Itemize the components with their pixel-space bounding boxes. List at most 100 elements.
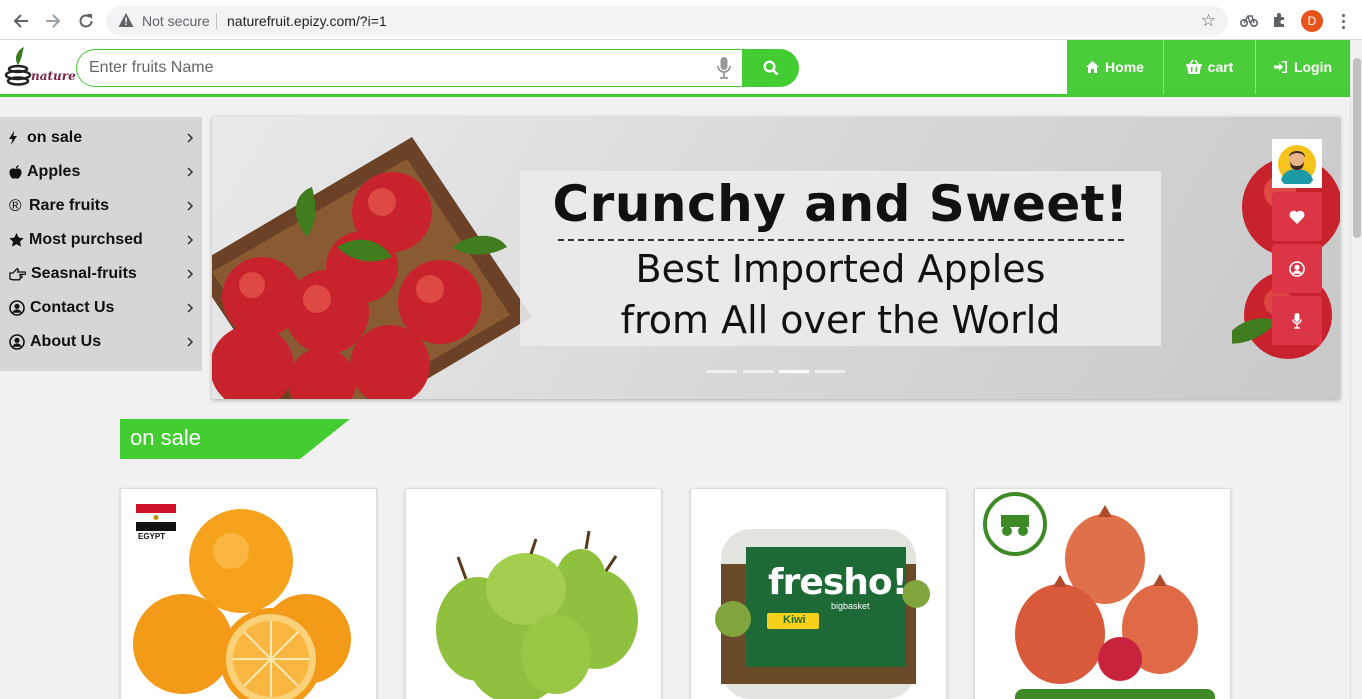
sidebar-item-apples[interactable]: Apples xyxy=(0,155,202,189)
avatar-icon xyxy=(1278,144,1316,184)
apple-crate-image xyxy=(212,137,532,399)
product-card[interactable] xyxy=(974,488,1231,699)
product-image-pomegranates xyxy=(983,492,1215,699)
product-card[interactable]: EGYPT xyxy=(120,488,377,699)
sidebar-item-most-purchased[interactable]: Most purchsed xyxy=(0,223,202,257)
banner-divider xyxy=(557,239,1124,241)
nav-login[interactable]: Login xyxy=(1255,40,1350,94)
top-navigation: Home cart Login xyxy=(1067,40,1350,94)
divider xyxy=(216,13,217,29)
carousel-indicator-active[interactable] xyxy=(779,370,809,373)
back-button[interactable] xyxy=(8,8,34,34)
sign-in-icon xyxy=(1273,61,1287,73)
sidebar-item-about-us[interactable]: About Us xyxy=(0,325,202,359)
carousel-indicator[interactable] xyxy=(815,370,845,373)
browser-menu-icon[interactable] xyxy=(1336,10,1350,32)
hero-carousel[interactable]: Crunchy and Sweet! Best Imported Apples … xyxy=(212,117,1340,399)
user-avatar[interactable] xyxy=(1272,139,1322,188)
product-image-pears xyxy=(436,530,638,699)
star-icon xyxy=(9,233,24,247)
voice-search-button[interactable] xyxy=(705,51,743,85)
search-box xyxy=(76,49,744,87)
sidebar-item-label: Rare fruits xyxy=(29,197,110,214)
microphone-icon xyxy=(1292,312,1302,329)
basket-icon xyxy=(1185,60,1202,74)
extension-cycle-icon[interactable] xyxy=(1238,9,1260,31)
voice-button[interactable] xyxy=(1272,296,1322,345)
sidebar-item-label: Most purchsed xyxy=(29,231,143,248)
sidebar-item-label: Seasnal-fruits xyxy=(31,265,137,282)
sidebar-item-label: About Us xyxy=(30,333,102,350)
chevron-right-icon xyxy=(187,167,194,177)
section-header-on-sale: on sale xyxy=(120,419,350,459)
address-bar[interactable]: Not secure naturefruit.epizy.com/?i=1 ☆ xyxy=(106,6,1228,36)
forward-button[interactable] xyxy=(40,8,66,34)
search-icon xyxy=(762,60,778,76)
logo-text: nature xyxy=(31,69,76,83)
brand-sub-label: bigbasket xyxy=(831,601,870,611)
extensions-puzzle-icon[interactable] xyxy=(1269,9,1291,31)
nav-home-label: Home xyxy=(1105,59,1144,75)
nav-cart[interactable]: cart xyxy=(1163,40,1255,94)
chevron-right-icon xyxy=(187,303,194,313)
account-button[interactable] xyxy=(1272,244,1322,293)
sidebar-item-contact-us[interactable]: Contact Us xyxy=(0,291,202,325)
product-card[interactable]: fresho! bigbasket Kiwi xyxy=(690,488,947,699)
nav-login-label: Login xyxy=(1293,59,1333,75)
nav-home[interactable]: Home xyxy=(1067,40,1163,94)
carousel-indicators xyxy=(707,370,845,373)
hand-point-right-icon xyxy=(9,267,26,281)
sidebar-item-on-sale[interactable]: on sale xyxy=(0,121,202,155)
carousel-indicator[interactable] xyxy=(743,370,773,373)
home-icon xyxy=(1086,61,1100,73)
warning-icon xyxy=(118,13,134,27)
nav-cart-label: cart xyxy=(1207,59,1234,75)
carousel-indicator[interactable] xyxy=(707,370,737,373)
sidebar-item-rare-fruits[interactable]: ® Rare fruits xyxy=(0,189,202,223)
logo-icon xyxy=(4,47,32,86)
chevron-right-icon xyxy=(187,337,194,347)
search-button[interactable] xyxy=(742,49,799,87)
chevron-right-icon xyxy=(187,235,194,245)
url-text[interactable]: naturefruit.epizy.com/?i=1 xyxy=(227,13,387,29)
sidebar-item-seasonal-fruits[interactable]: Seasnal-fruits xyxy=(0,257,202,291)
user-circle-icon xyxy=(1289,260,1305,277)
registered-icon: ® xyxy=(9,196,22,215)
product-label: Kiwi xyxy=(783,614,806,626)
banner-line-1: Best Imported Apples xyxy=(635,247,1046,291)
flag-label: EGYPT xyxy=(138,532,166,541)
browser-toolbar: Not secure naturefruit.epizy.com/?i=1 ☆ … xyxy=(0,0,1362,40)
banner-headline: Crunchy and Sweet! xyxy=(552,175,1129,233)
banner-text-panel: Crunchy and Sweet! Best Imported Apples … xyxy=(520,171,1161,346)
profile-avatar[interactable]: D xyxy=(1301,10,1323,32)
scrollbar-thumb[interactable] xyxy=(1353,58,1361,238)
category-sidebar: on sale Apples ® Rare fruits Most purchs… xyxy=(0,117,202,371)
apple-icon xyxy=(9,165,23,179)
arrow-left-icon xyxy=(13,14,28,28)
site-logo[interactable]: nature xyxy=(4,45,76,91)
search-input[interactable] xyxy=(89,58,689,78)
sidebar-item-label: on sale xyxy=(27,129,83,146)
sidebar-item-label: Apples xyxy=(27,163,81,180)
chevron-right-icon xyxy=(187,269,194,279)
bookmark-star-icon[interactable]: ☆ xyxy=(1201,11,1216,31)
heart-icon xyxy=(1289,210,1305,224)
product-image-oranges xyxy=(133,504,351,699)
sidebar-item-label: Contact Us xyxy=(30,299,115,316)
page-scrollbar[interactable] xyxy=(1350,40,1362,699)
user-circle-icon xyxy=(9,334,25,350)
reload-button[interactable] xyxy=(73,8,99,34)
chevron-right-icon xyxy=(187,201,194,211)
arrow-right-icon xyxy=(46,14,61,28)
section-title: on sale xyxy=(130,425,201,450)
site-header: nature Home cart Login xyxy=(0,40,1350,97)
product-card[interactable] xyxy=(405,488,662,699)
user-circle-icon xyxy=(9,300,25,316)
microphone-icon xyxy=(717,57,731,79)
security-label[interactable]: Not secure xyxy=(142,13,210,29)
brand-logo: fresho! xyxy=(768,562,908,603)
bolt-icon xyxy=(9,131,23,145)
chevron-right-icon xyxy=(187,133,194,143)
wishlist-button[interactable] xyxy=(1272,192,1322,241)
reload-icon xyxy=(79,14,93,28)
